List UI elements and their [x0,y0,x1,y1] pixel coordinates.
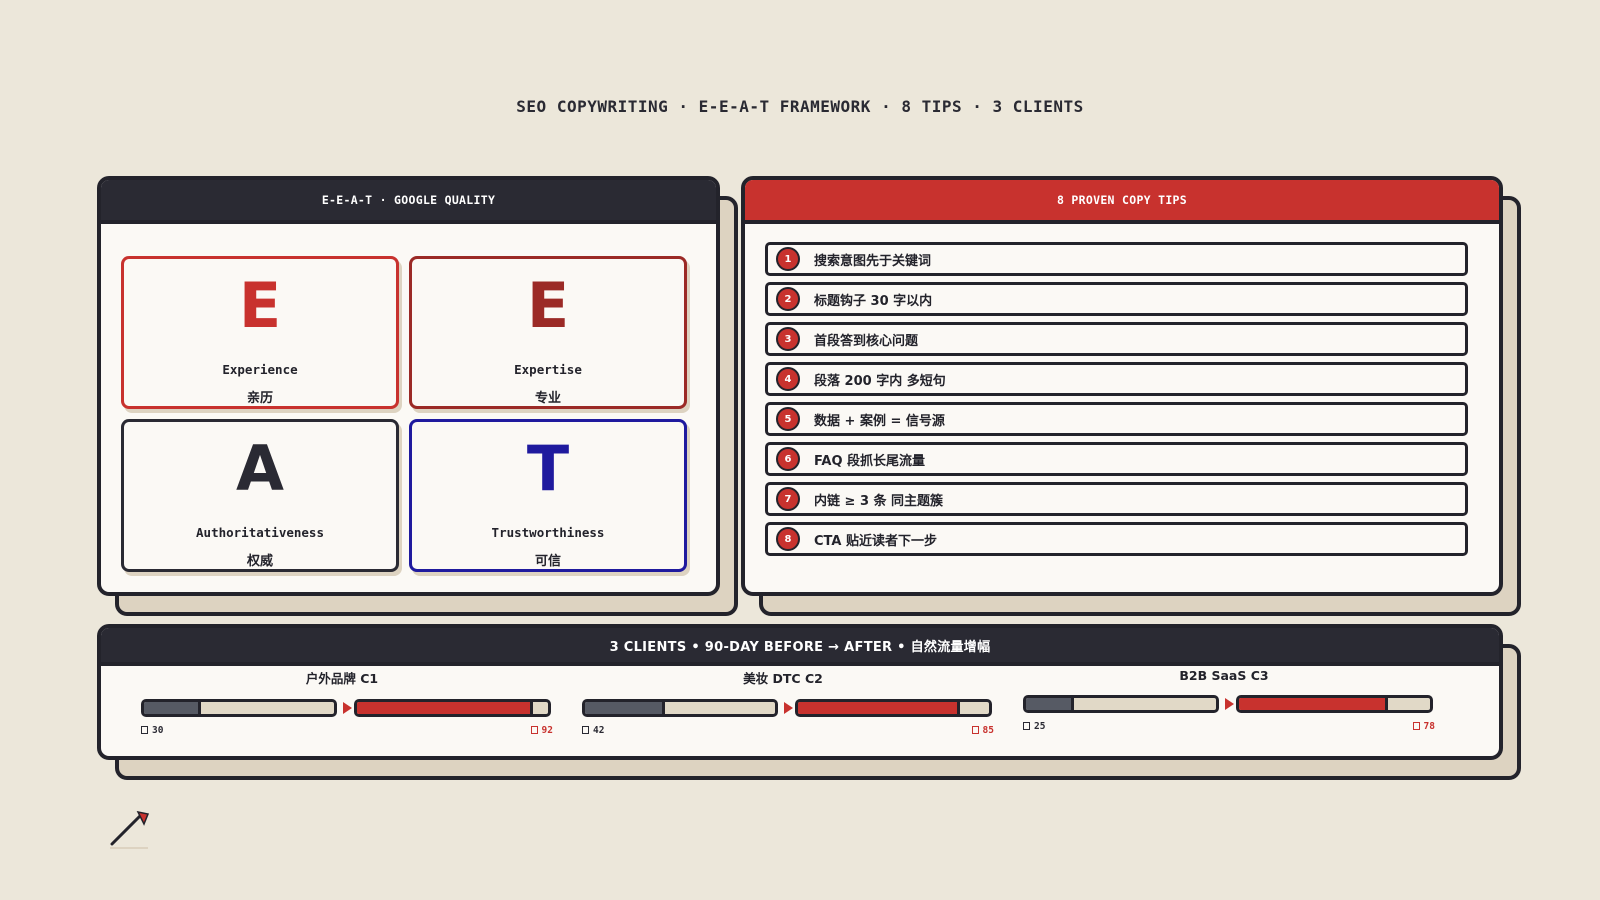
eeat-header: E-E-A-T · GOOGLE QUALITY [101,180,716,224]
tip-item: 7 内链 ≥ 3 条 同主题簇 [765,482,1468,516]
tip-text: CTA 贴近读者下一步 [814,533,937,549]
after-bar [354,699,551,717]
after-bar [795,699,992,717]
client-name: 美妆 DTC C2 [743,671,823,686]
before-value: 30 [152,725,164,736]
after-value: 85 [982,725,994,736]
small-icon [582,726,589,734]
eeat-card: E Experience 亲历 [121,256,399,409]
eeat-english-label: Expertise [514,362,582,377]
eeat-letter: T [526,432,570,505]
small-icon [1412,722,1420,730]
tip-number-badge: 7 [776,487,800,511]
tip-item: 6 FAQ 段抓长尾流量 [765,442,1468,476]
before-bar [141,699,337,717]
client-name: 户外品牌 C1 [305,671,379,686]
after-value: 92 [541,725,553,736]
tips-header: 8 PROVEN COPY TIPS [745,180,1499,224]
client-name: B2B SaaS C3 [1179,668,1269,683]
tip-text: FAQ 段抓长尾流量 [814,453,926,469]
after-bar-fill [357,702,533,714]
eeat-card: E Expertise 专业 [409,256,687,409]
small-icon [1023,722,1030,730]
client-comparison: B2B SaaS C3 25 78 [1023,668,1435,735]
eeat-chinese-label: 专业 [534,391,561,406]
before-bar-fill [585,702,665,714]
tip-item: 1 搜索意图先于关键词 [765,242,1468,276]
after-bar-fill [1239,698,1388,710]
after-bar [1236,695,1433,713]
pen-icon [110,810,150,849]
tip-item: 4 段落 200 字内 多短句 [765,362,1468,396]
tip-item: 3 首段答到核心问题 [765,322,1468,356]
before-value: 42 [593,725,605,736]
eeat-card: A Authoritativeness 权威 [121,419,399,572]
tip-number-badge: 1 [776,247,800,271]
tips-panel: 8 PROVEN COPY TIPS 1 搜索意图先于关键词 2 标题钩子 30 字以… [741,176,1521,616]
tip-number-badge: 5 [776,407,800,431]
clients-panel: 3 CLIENTS • 90-DAY BEFORE → AFTER • 自然流量… [97,624,1521,780]
tip-text: 数据 + 案例 = 信号源 [814,413,945,429]
after-bar-fill [798,702,961,714]
eeat-chinese-label: 亲历 [246,391,273,406]
tip-text: 内链 ≥ 3 条 同主题簇 [814,493,944,509]
eeat-chinese-label: 权威 [246,554,273,569]
tip-item: 5 数据 + 案例 = 信号源 [765,402,1468,436]
eeat-english-label: Authoritativeness [196,525,324,540]
tip-number-badge: 2 [776,287,800,311]
eeat-english-label: Trustworthiness [491,525,605,540]
tip-text: 段落 200 字内 多短句 [814,373,946,389]
tip-number-badge: 3 [776,327,800,351]
page-title: SEO COPYWRITING · E-E-A-T FRAMEWORK · 8 … [516,97,1084,116]
eeat-card: T Trustworthiness 可信 [409,419,687,572]
tip-number-badge: 8 [776,527,800,551]
arrow-icon [1225,698,1234,710]
before-bar-fill [144,702,201,714]
client-comparison: 美妆 DTC C2 42 85 [582,668,994,739]
small-icon [141,726,148,734]
before-bar [582,699,778,717]
eeat-english-label: Experience [222,362,298,377]
tip-item: 8 CTA 贴近读者下一步 [765,522,1468,556]
before-value: 25 [1034,721,1046,732]
tip-text: 搜索意图先于关键词 [814,253,932,269]
tip-text: 标题钩子 30 字以内 [814,293,933,309]
tip-number-badge: 6 [776,447,800,471]
eeat-chinese-label: 可信 [534,554,561,569]
tip-number-badge: 4 [776,367,800,391]
tip-item: 2 标题钩子 30 字以内 [765,282,1468,316]
before-bar [1023,695,1219,713]
small-icon [971,726,979,734]
eeat-panel: E-E-A-T · GOOGLE QUALITY E Experience 亲历 E E… [97,176,738,616]
before-bar-fill [1026,698,1074,710]
tip-text: 首段答到核心问题 [814,333,919,349]
after-value: 78 [1423,721,1435,732]
eeat-letter: E [238,269,282,342]
clients-header: 3 CLIENTS • 90-DAY BEFORE → AFTER • 自然流量… [101,628,1499,666]
tips-list: 1 搜索意图先于关键词 2 标题钩子 30 字以内 3 首段答到核心问题 4 段落 200 字… [765,242,1468,562]
eeat-letter: A [236,432,284,505]
client-comparison: 户外品牌 C1 30 92 [141,668,553,739]
eeat-letter: E [526,269,570,342]
eeat-grid: E Experience 亲历 E Expertise 专业 A Authoritativen… [121,256,687,572]
small-icon [530,726,538,734]
arrow-icon [784,702,793,714]
arrow-icon [343,702,352,714]
